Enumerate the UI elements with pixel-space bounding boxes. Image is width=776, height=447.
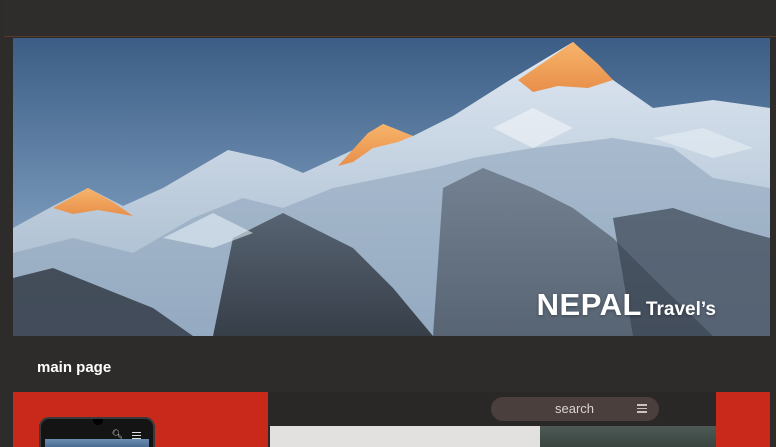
hero-title-sub: Travel’s	[645, 299, 716, 320]
page: NEPAL Travel’s main page search 🔍︎	[0, 0, 776, 447]
preview-photo	[540, 426, 720, 447]
search-label: search	[555, 401, 595, 416]
phone-header: 🔍︎	[45, 424, 149, 440]
preview-accent-right	[716, 392, 770, 447]
preview-content-panel	[270, 426, 540, 447]
menu-icon[interactable]	[637, 404, 647, 413]
top-bar	[4, 0, 776, 37]
phone-screen-image	[45, 439, 149, 447]
phone-mockup: 🔍︎	[39, 417, 155, 447]
hero-title: NEPAL Travel’s	[537, 287, 716, 323]
section-label: main page	[37, 359, 112, 376]
search-bar[interactable]: search	[491, 397, 659, 421]
hero-title-main: NEPAL	[536, 287, 642, 322]
hero-banner: NEPAL Travel’s	[13, 38, 770, 336]
